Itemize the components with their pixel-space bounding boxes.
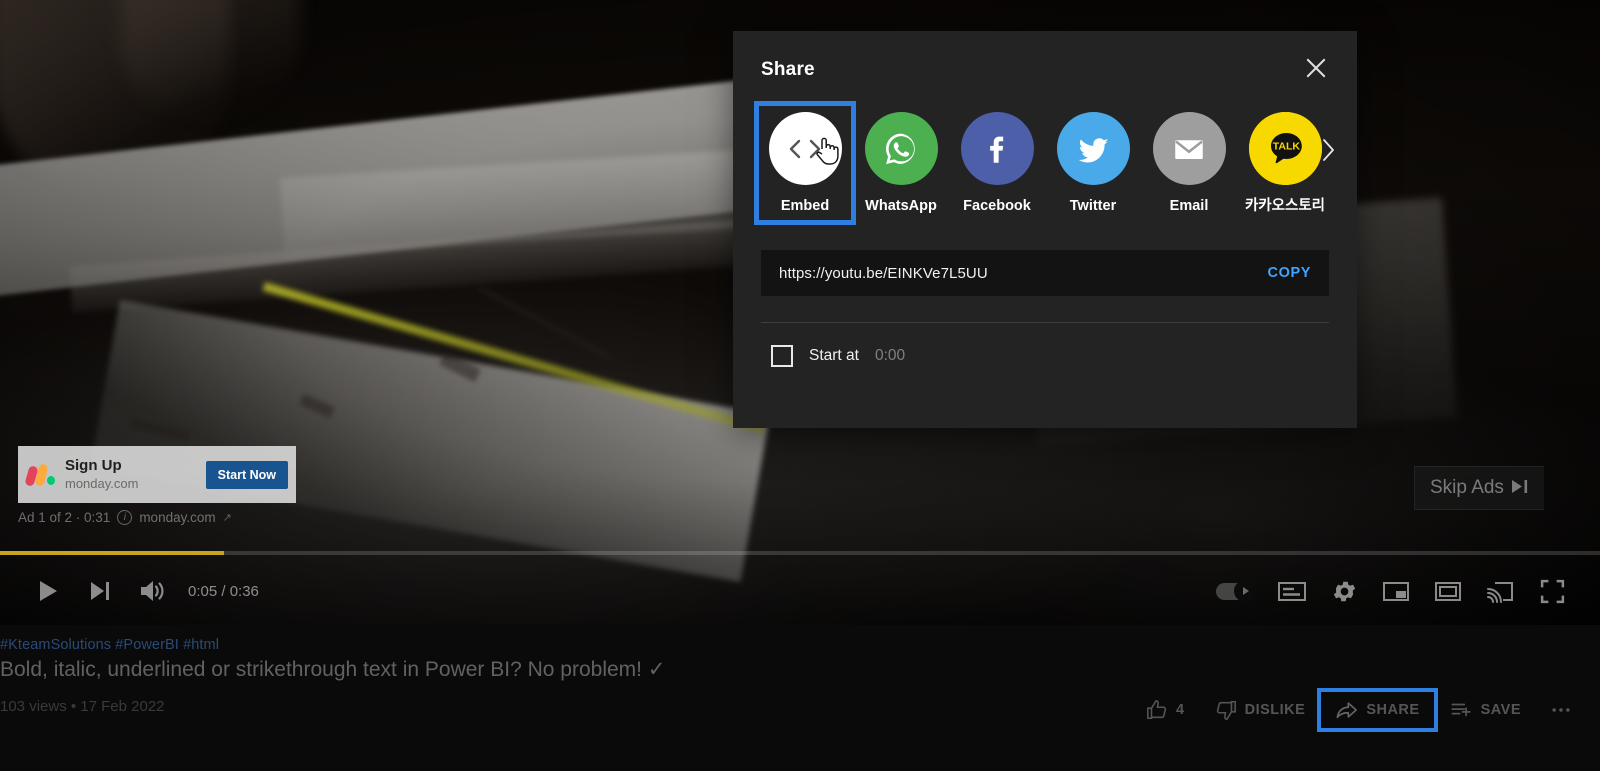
share-target-label-twitter: Twitter: [1069, 198, 1117, 214]
save-label: SAVE: [1480, 702, 1521, 718]
share-target-label-email: Email: [1169, 198, 1209, 214]
video-info-section: #KteamSolutions #PowerBI #html Bold, ita…: [0, 625, 1600, 771]
start-at-time[interactable]: 0:00: [875, 347, 905, 365]
save-button[interactable]: SAVE: [1435, 691, 1536, 729]
view-count-and-date: 103 views • 17 Feb 2022: [0, 698, 165, 715]
skip-ads-button[interactable]: Skip Ads: [1414, 466, 1544, 510]
embed-circle: [768, 112, 842, 185]
video-progress-bar[interactable]: [0, 551, 1600, 555]
like-button[interactable]: 4: [1131, 691, 1200, 729]
share-label: SHARE: [1366, 702, 1420, 718]
hashtag-list: #KteamSolutions #PowerBI #html: [0, 637, 219, 653]
video-action-bar: 4 DISLIKE SHARE SAVE: [1131, 688, 1586, 732]
settings-button[interactable]: [1318, 567, 1370, 615]
share-button[interactable]: SHARE: [1317, 688, 1438, 732]
start-at-checkbox[interactable]: [771, 345, 793, 367]
start-at-row: Start at 0:00: [733, 323, 1357, 367]
share-target-label-facebook: Facebook: [963, 198, 1031, 214]
share-dialog-title: Share: [761, 59, 815, 80]
share-targets-row: Embed WhatsApp Facebook Twitter Email TA…: [733, 86, 1357, 225]
twitter-circle: [1056, 112, 1130, 185]
ad-advertiser-link[interactable]: monday.com: [139, 510, 215, 525]
video-title: Bold, italic, underlined or strikethroug…: [0, 658, 666, 681]
hashtag-1[interactable]: #PowerBI: [115, 637, 179, 653]
monday-logo-icon: [24, 462, 56, 488]
progress-track: [0, 551, 1600, 555]
thumbs-down-icon: [1215, 699, 1237, 721]
hashtag-0[interactable]: #KteamSolutions: [0, 637, 111, 653]
next-track-button[interactable]: [74, 567, 126, 615]
whatsapp-circle: [864, 112, 938, 185]
twitter-icon: [1078, 137, 1109, 163]
dislike-label: DISLIKE: [1244, 702, 1306, 718]
youtube-watch-page: Sign Up monday.com Start Now Ad 1 of 2 ·…: [0, 0, 1600, 771]
share-target-label-whatsapp: WhatsApp: [865, 198, 937, 214]
save-playlist-icon: [1450, 699, 1473, 721]
share-url-field[interactable]: https://youtu.be/EINKVe7L5UU COPY: [761, 250, 1329, 296]
ad-title: Sign Up: [65, 457, 122, 474]
code-brackets-icon: [789, 139, 821, 158]
skip-ads-arrow-icon: [1511, 477, 1529, 499]
autoplay-toggle[interactable]: [1204, 567, 1266, 615]
ad-counter-text: Ad 1 of 2 · 0:31: [18, 510, 111, 525]
facebook-icon: [990, 136, 1004, 163]
closed-captions-button[interactable]: [1266, 567, 1318, 615]
share-dialog-header: Share: [733, 31, 1357, 86]
miniplayer-button[interactable]: [1370, 567, 1422, 615]
ad-overlay-card[interactable]: Sign Up monday.com Start Now: [18, 446, 296, 503]
thumbs-up-icon: [1146, 699, 1168, 721]
kakaostory-circle: TALK: [1248, 112, 1322, 185]
email-circle: [1152, 112, 1226, 185]
hashtag-2[interactable]: #html: [183, 637, 219, 653]
dislike-button[interactable]: DISLIKE: [1200, 691, 1321, 729]
email-icon: [1175, 139, 1203, 159]
external-link-icon: ↗: [222, 512, 232, 524]
fullscreen-button[interactable]: [1526, 567, 1578, 615]
kakaotalk-icon: TALK: [1248, 112, 1322, 185]
share-target-embed[interactable]: Embed: [754, 101, 856, 225]
time-display: 0:05 / 0:36: [188, 582, 259, 600]
copy-button[interactable]: COPY: [1254, 265, 1312, 281]
ad-cta-button[interactable]: Start Now: [205, 460, 288, 489]
facebook-circle: [960, 112, 1034, 185]
ad-info-icon[interactable]: i: [117, 510, 133, 525]
skip-ads-label: Skip Ads: [1430, 477, 1504, 498]
share-target-label-kakaostory: 카카오스토리: [1244, 198, 1326, 214]
more-actions-button[interactable]: [1536, 691, 1586, 729]
share-url-text[interactable]: https://youtu.be/EINKVe7L5UU: [779, 265, 1254, 282]
theater-mode-button[interactable]: [1422, 567, 1474, 615]
progress-fill: [0, 551, 224, 555]
cast-button[interactable]: [1474, 567, 1526, 615]
share-target-whatsapp[interactable]: WhatsApp: [853, 104, 949, 222]
share-dialog: Share Embed WhatsApp Facebook Twitter Em…: [733, 31, 1357, 428]
share-target-facebook[interactable]: Facebook: [949, 104, 1045, 222]
player-controls-left: 0:05 / 0:36: [22, 567, 273, 615]
like-count: 4: [1176, 702, 1185, 718]
whatsapp-icon: [885, 133, 915, 164]
start-at-label: Start at: [809, 347, 859, 364]
svg-text:TALK: TALK: [1272, 141, 1300, 153]
volume-button[interactable]: [126, 567, 178, 615]
share-targets-next-arrow[interactable]: [1313, 130, 1343, 170]
player-controls-bar: 0:05 / 0:36: [0, 560, 1600, 622]
ad-meta-row: Ad 1 of 2 · 0:31 i monday.com ↗: [18, 510, 232, 525]
play-button[interactable]: [22, 567, 74, 615]
share-target-email[interactable]: Email: [1141, 104, 1237, 222]
share-arrow-icon: [1335, 699, 1358, 721]
ad-text-block: Sign Up monday.com: [65, 457, 197, 492]
ad-domain: monday.com: [65, 476, 139, 491]
share-target-twitter[interactable]: Twitter: [1045, 104, 1141, 222]
share-target-label-embed: Embed: [780, 198, 830, 214]
close-icon[interactable]: [1303, 55, 1329, 86]
player-controls-right: [1204, 567, 1578, 615]
